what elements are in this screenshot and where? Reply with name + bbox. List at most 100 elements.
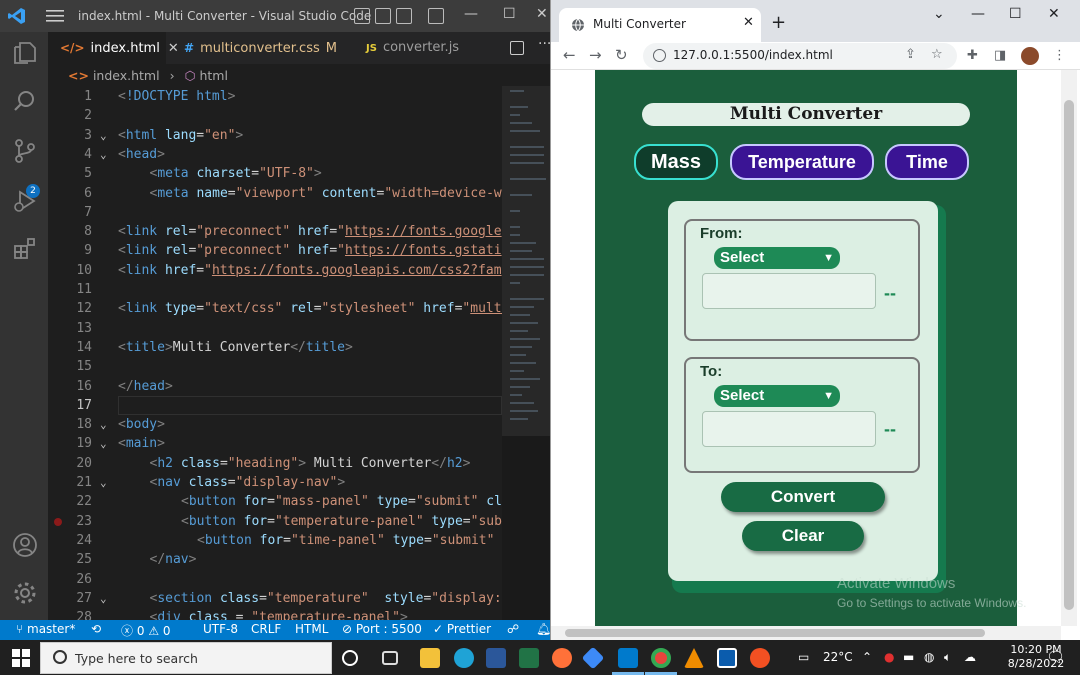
code-line[interactable]: 11 [48,280,502,299]
code-line[interactable]: 6 <meta name="viewport" content="width=de… [48,184,502,203]
tab-close-icon[interactable]: ✕ [743,15,754,30]
reload-icon[interactable]: ↻ [615,46,628,64]
fold-chevron-icon[interactable]: ⌄ [100,126,107,145]
cortana-icon[interactable] [342,650,358,666]
close-icon[interactable]: ✕ [1048,6,1060,22]
code-line[interactable]: 14 <title>Multi Converter</title> [48,338,502,357]
task-view-icon[interactable] [382,651,398,665]
code-line[interactable]: 27 ⌄ <section class="temperature" style="d… [48,589,502,608]
minimap-slider[interactable] [502,86,550,436]
edge-icon[interactable] [454,648,474,668]
fold-chevron-icon[interactable]: ⌄ [100,145,107,164]
taskbar-search-box[interactable]: Type here to search [40,642,332,674]
explorer-icon[interactable] [12,40,38,66]
from-value-input[interactable] [702,273,876,309]
weather-icon[interactable]: ▭ [798,650,809,664]
notification-center-icon[interactable]: 🗨︎ [1046,648,1065,666]
feedback-icon[interactable]: ☍ [507,622,519,636]
chevron-up-icon[interactable]: ⌃ [862,650,872,664]
code-line[interactable]: 5 <meta charset="UTF-8"> [48,164,502,183]
forward-icon[interactable]: → [589,46,602,64]
to-value-input[interactable] [702,411,876,447]
code-editor[interactable]: 1 <!DOCTYPE html> 2 3 ⌄ <html lang="en"> 4 ⌄ <he… [48,86,502,620]
search-icon[interactable] [12,88,38,114]
scrollbar-thumb[interactable] [565,629,985,637]
code-line[interactable]: 21 ⌄ <nav class="display-nav"> [48,473,502,492]
minimap[interactable] [502,86,550,620]
code-line[interactable]: 9 <link rel="preconnect" href="https://fo… [48,241,502,260]
browser-tab[interactable]: Multi Converter ✕ [559,8,761,42]
close-icon[interactable]: ✕ [536,6,548,22]
back-icon[interactable]: ← [563,46,576,64]
notifications-icon[interactable]: 🔔︎ [536,622,550,636]
from-unit-select[interactable]: Select ▼ [714,247,840,269]
code-line[interactable]: 15 [48,357,502,376]
split-editor-icon[interactable] [510,41,524,55]
weather-temperature[interactable]: 22°C [823,650,853,664]
tab-index-html[interactable]: </> index.html ✕ [48,32,179,64]
prettier-status[interactable]: ✓ Prettier [433,622,491,636]
record-icon[interactable]: ● [884,650,894,664]
toggle-panel-icon[interactable] [375,8,391,24]
profile-avatar[interactable] [1021,47,1039,65]
tab-search-chevron-icon[interactable]: ⌄ [933,6,945,22]
code-line[interactable]: 1 <!DOCTYPE html> [48,87,502,106]
breadcrumb-file[interactable]: index.html [93,68,160,83]
cloud-icon[interactable]: ☁ [964,650,976,664]
toggle-secondary-sidebar-icon[interactable] [396,8,412,24]
convert-button[interactable]: Convert [721,482,885,512]
customize-layout-icon[interactable] [428,8,444,24]
new-tab-icon[interactable]: + [771,12,786,33]
scrollbar-thumb[interactable] [1064,100,1074,610]
vscode-taskbar-icon[interactable] [618,648,638,668]
code-line[interactable]: 20 <h2 class="heading"> Multi Converter</… [48,454,502,473]
word-icon[interactable] [486,648,506,668]
code-line[interactable]: 10 <link href="https://fonts.googleapis.c… [48,261,502,280]
side-panel-icon[interactable]: ◨ [994,48,1006,63]
maximize-icon[interactable]: ☐ [503,6,516,22]
horizontal-scrollbar[interactable] [551,626,1061,640]
chrome-menu-icon[interactable]: ⋮ [1053,48,1066,63]
time-nav-button[interactable]: Time [885,144,969,180]
chrome-taskbar-icon[interactable] [651,648,671,668]
code-line[interactable]: 24 <button for="time-panel" type="submit"… [48,531,502,550]
fold-chevron-icon[interactable]: ⌄ [100,434,107,453]
generic-app-icon[interactable] [717,648,737,668]
vlc-icon[interactable] [684,648,704,668]
extensions-icon[interactable] [12,236,38,262]
site-info-icon[interactable] [653,49,666,62]
temperature-nav-button[interactable]: Temperature [730,144,874,180]
run-debug-icon[interactable] [12,188,38,214]
more-actions-icon[interactable]: ··· [538,36,550,52]
code-line[interactable]: 26 [48,570,502,589]
volume-icon[interactable]: 🔈︎ [944,650,951,665]
code-line[interactable]: 22 <button for="mass-panel" type="submit"… [48,492,502,511]
branch-status[interactable]: ⑂ master* [16,622,75,636]
vertical-scrollbar[interactable] [1061,70,1077,626]
live-server-status[interactable]: ⊘ Port : 5500 [342,622,422,636]
excel-icon[interactable] [519,648,539,668]
code-line[interactable]: 4 ⌄ <head> [48,145,502,164]
encoding-status[interactable]: UTF-8 [203,622,238,636]
extensions-puzzle-icon[interactable]: ✚ [967,48,978,63]
code-line[interactable]: 23 <button for="temperature-panel" type="… [48,512,502,531]
source-control-icon[interactable] [12,138,38,164]
code-line[interactable]: 16 </head> [48,377,502,396]
code-line[interactable]: 8 <link rel="preconnect" href="https://fo… [48,222,502,241]
firefox-icon[interactable] [552,648,572,668]
share-icon[interactable]: ⇪ [905,47,916,62]
diamond-app-icon[interactable] [581,646,605,670]
file-explorer-icon[interactable] [420,648,440,668]
settings-gear-icon[interactable] [12,580,38,606]
tab-converter-js[interactable]: JS converter.js [354,32,480,64]
maximize-icon[interactable]: ☐ [1009,6,1022,22]
sync-icon[interactable]: ⟲ [91,622,101,636]
code-line[interactable]: 2 [48,106,502,125]
accounts-icon[interactable] [12,532,38,558]
fold-chevron-icon[interactable]: ⌄ [100,473,107,492]
mass-nav-button[interactable]: Mass [634,144,718,180]
language-status[interactable]: HTML [295,622,328,636]
code-line[interactable]: 28 <div class = "temperature-panel"> [48,608,502,620]
address-bar[interactable]: 127.0.0.1:5500/index.html ⇪ ☆ [643,43,957,69]
code-line[interactable]: 13 [48,319,502,338]
